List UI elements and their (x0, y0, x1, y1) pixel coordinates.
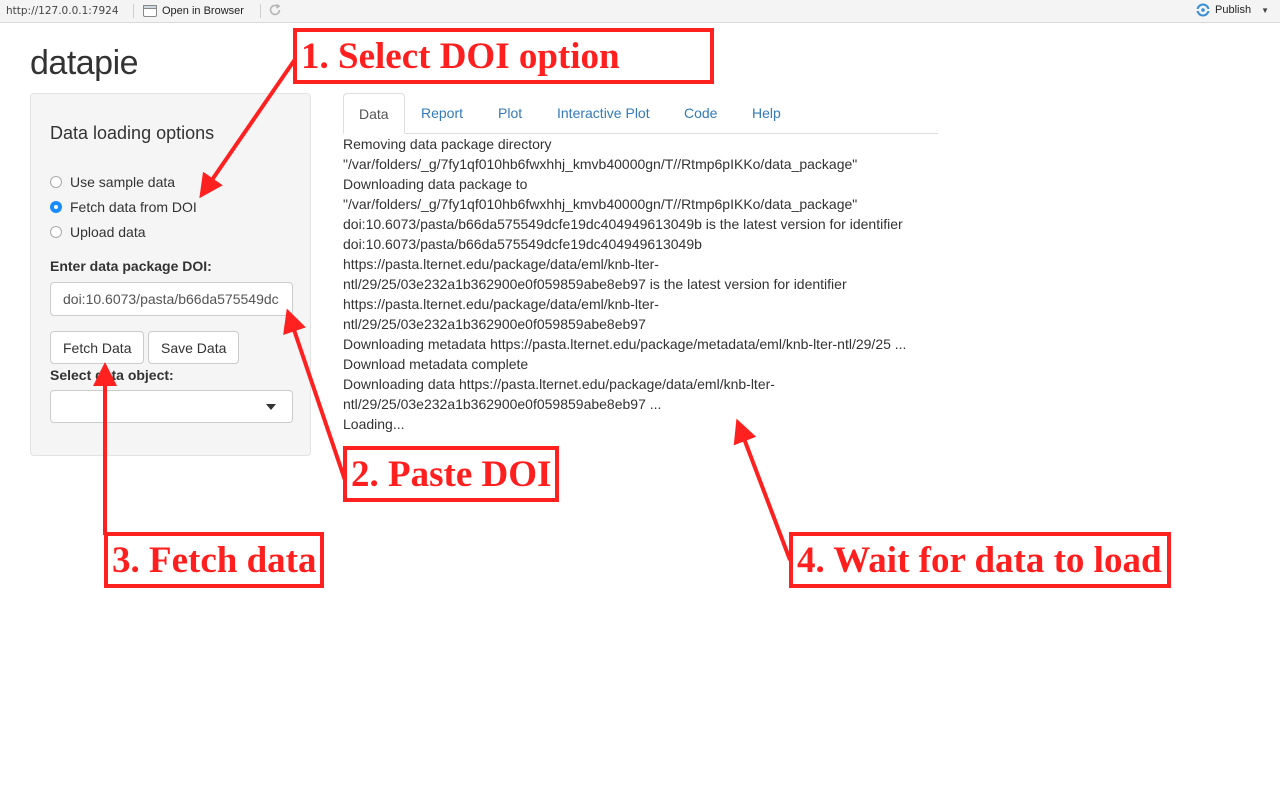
url-text: http://127.0.0.1:7924 (6, 5, 119, 17)
radio-label: Fetch data from DOI (70, 199, 197, 215)
main-tabs: Data Report Plot Interactive Plot Code H… (343, 93, 938, 134)
radio-fetch-from-doi[interactable]: Fetch data from DOI (50, 199, 197, 215)
doi-input[interactable] (50, 282, 293, 316)
callout-step3: 3. Fetch data (104, 532, 324, 588)
data-object-select[interactable] (50, 390, 293, 423)
log-line: https://pasta.lternet.edu/package/data/e… (343, 256, 659, 272)
radio-button-icon[interactable] (50, 226, 62, 238)
app-title: datapie (30, 44, 139, 82)
open-in-browser-label: Open in Browser (162, 5, 244, 17)
toolbar-divider (133, 4, 134, 18)
log-line: ntl/29/25/03e232a1b362900e0f059859abe8eb… (343, 396, 662, 412)
open-in-browser-button[interactable]: Open in Browser (143, 3, 244, 19)
radio-label: Upload data (70, 224, 146, 240)
publish-icon (1196, 3, 1210, 17)
log-line: Removing data package directory (343, 136, 552, 152)
radio-use-sample-data[interactable]: Use sample data (50, 174, 175, 190)
log-line: "/var/folders/_g/7fy1qf010hb6fwxhhj_kmvb… (343, 196, 858, 212)
radio-button-icon[interactable] (50, 176, 62, 188)
refresh-icon[interactable] (268, 3, 282, 17)
doi-field-label: Enter data package DOI: (50, 258, 212, 274)
radio-button-selected-icon[interactable] (50, 201, 62, 213)
callout-step4: 4. Wait for data to load (789, 532, 1171, 588)
fetch-data-button[interactable]: Fetch Data (50, 331, 145, 364)
arrow-step4 (733, 418, 792, 561)
log-line: doi:10.6073/pasta/b66da575549dcfe19dc404… (343, 236, 702, 252)
log-line: Downloading data package to (343, 176, 528, 192)
publish-label: Publish (1215, 4, 1252, 16)
radio-upload-data[interactable]: Upload data (50, 224, 146, 240)
log-line: ntl/29/25/03e232a1b362900e0f059859abe8eb… (343, 316, 646, 332)
log-line: https://pasta.lternet.edu/package/data/e… (343, 296, 659, 312)
save-data-button[interactable]: Save Data (148, 331, 240, 364)
toolbar-divider (260, 4, 261, 18)
tab-help[interactable]: Help (737, 93, 796, 133)
viewer-toolbar: http://127.0.0.1:7924 Open in Browser Pu… (0, 0, 1280, 23)
log-line: Downloading metadata https://pasta.ltern… (343, 336, 907, 352)
callout-step2: 2. Paste DOI (343, 446, 559, 502)
tab-interactive-plot[interactable]: Interactive Plot (542, 93, 665, 133)
log-line: Loading... (343, 416, 405, 432)
browser-window-icon (143, 5, 157, 17)
tab-data[interactable]: Data (343, 93, 405, 134)
log-line: doi:10.6073/pasta/b66da575549dcfe19dc404… (343, 216, 903, 232)
select-data-object-label: Select data object: (50, 367, 174, 383)
chevron-down-icon: ▼ (1261, 5, 1269, 15)
tab-report[interactable]: Report (406, 93, 478, 133)
sidebar-panel: Data loading options Use sample data Fet… (30, 93, 311, 456)
callout-step1: 1. Select DOI option (293, 28, 714, 84)
tab-plot[interactable]: Plot (483, 93, 537, 133)
publish-button[interactable]: Publish ▼ (1195, 3, 1269, 17)
sidebar-heading: Data loading options (50, 123, 215, 143)
log-line: Download metadata complete (343, 356, 529, 372)
log-line: Downloading data https://pasta.lternet.e… (343, 376, 775, 392)
log-output: Removing data package directory "/var/fo… (343, 134, 943, 434)
caret-down-icon (266, 404, 276, 410)
log-line: "/var/folders/_g/7fy1qf010hb6fwxhhj_kmvb… (343, 156, 858, 172)
radio-label: Use sample data (70, 174, 176, 190)
tab-code[interactable]: Code (669, 93, 732, 133)
log-line: ntl/29/25/03e232a1b362900e0f059859abe8eb… (343, 276, 847, 292)
